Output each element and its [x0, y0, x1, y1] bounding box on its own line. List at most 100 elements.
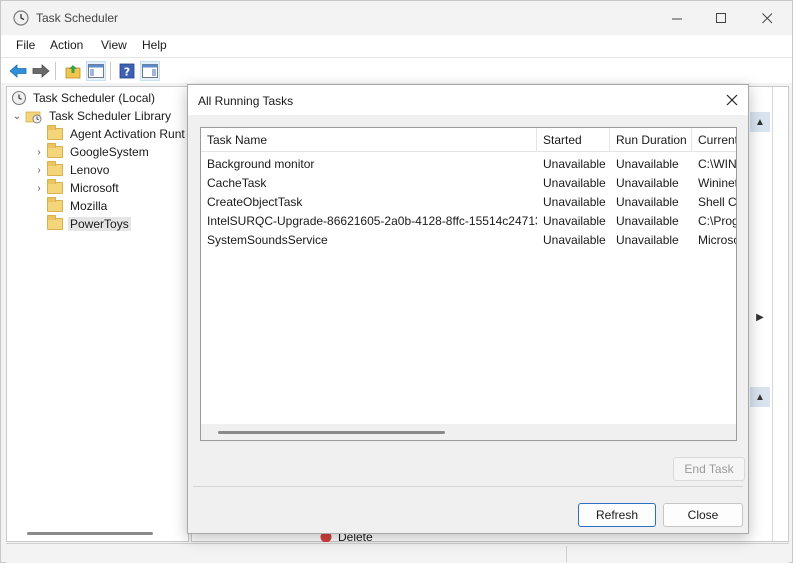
title-bar: Task Scheduler [1, 1, 792, 35]
chevron-right-icon[interactable]: › [33, 147, 45, 158]
close-button[interactable]: Close [663, 503, 743, 527]
cell-current: Shell Cr [698, 194, 737, 209]
column-header-current[interactable]: Current [692, 128, 736, 152]
close-window-button[interactable] [744, 1, 790, 35]
menu-action[interactable]: Action [47, 38, 86, 52]
help-button[interactable]: ? [117, 61, 137, 81]
dialog-title-bar: All Running Tasks [188, 85, 748, 115]
all-running-tasks-dialog: All Running Tasks Task Name Started Run … [187, 84, 749, 534]
folder-icon [47, 125, 63, 140]
toolbar: ? [1, 57, 792, 83]
close-icon [761, 12, 772, 23]
chevron-up-icon: ▲ [755, 116, 765, 128]
status-bar [6, 543, 789, 563]
action-pane-button[interactable] [140, 61, 160, 81]
column-header-started[interactable]: Started [537, 128, 610, 152]
console-tree-button[interactable] [86, 61, 106, 81]
folder-icon [47, 215, 63, 230]
cell-started: Unavailable [543, 213, 606, 228]
cell-run-duration: Unavailable [616, 194, 679, 209]
tree-root[interactable]: Task Scheduler (Local) [11, 89, 157, 107]
tree-folder[interactable]: Mozilla [33, 197, 109, 215]
table-row[interactable]: Background monitor Unavailable Unavailab… [201, 154, 737, 173]
chevron-right-icon[interactable]: › [33, 165, 45, 176]
tree-folder[interactable]: › GoogleSystem [33, 143, 151, 161]
cell-task-name: Background monitor [207, 156, 315, 171]
status-divider [566, 546, 567, 562]
forward-arrow-icon [32, 64, 50, 78]
tree-horizontal-scrollbar[interactable] [27, 532, 153, 535]
dialog-body: Task Name Started Run Duration Current B… [188, 115, 748, 533]
submenu-arrow[interactable]: ▶ [750, 307, 770, 327]
cell-run-duration: Unavailable [616, 175, 679, 190]
running-tasks-list[interactable]: Task Name Started Run Duration Current B… [200, 127, 737, 441]
library-folder-icon [25, 111, 42, 124]
chevron-right-icon[interactable]: › [33, 183, 45, 194]
console-tree: Task Scheduler (Local) ⌄ Task Scheduler … [6, 86, 189, 542]
show-hide-console-tree-icon [88, 64, 104, 78]
tree-root-label: Task Scheduler (Local) [33, 91, 156, 105]
cell-current: C:\WIN [698, 156, 737, 171]
collapse-section-button[interactable]: ▲ [750, 112, 770, 132]
tree-folder-label: PowerToys [68, 217, 131, 231]
cell-started: Unavailable [543, 194, 606, 209]
folder-icon [47, 161, 63, 176]
toolbar-separator [55, 62, 56, 80]
tree-folder[interactable]: Agent Activation Runt [33, 125, 187, 143]
minimize-icon [671, 18, 682, 19]
dialog-close-button[interactable] [720, 89, 744, 111]
maximize-button[interactable] [698, 1, 744, 35]
close-icon [726, 94, 738, 106]
back-button[interactable] [8, 61, 28, 81]
chevron-up-icon: ▲ [755, 391, 765, 403]
tree-folder-label: GoogleSystem [70, 145, 149, 159]
dialog-title: All Running Tasks [198, 94, 294, 108]
forward-button[interactable] [31, 61, 51, 81]
back-arrow-icon [9, 64, 27, 78]
column-header-task-name[interactable]: Task Name [201, 128, 537, 152]
table-row[interactable]: SystemSoundsService Unavailable Unavaila… [201, 230, 737, 249]
menu-file[interactable]: File [13, 38, 38, 52]
menu-view[interactable]: View [98, 38, 130, 52]
tree-library[interactable]: ⌄ Task Scheduler Library [11, 107, 173, 125]
collapse-section-button[interactable]: ▲ [750, 387, 770, 407]
cell-current: C:\Prog [698, 213, 737, 228]
cell-started: Unavailable [543, 156, 606, 171]
up-level-button[interactable] [63, 61, 83, 81]
cell-task-name: CacheTask [207, 175, 267, 190]
column-header-run-duration[interactable]: Run Duration [610, 128, 692, 152]
chevron-down-icon[interactable]: ⌄ [11, 111, 23, 122]
tree-folder-label: Microsoft [70, 181, 119, 195]
chevron-right-icon: ▶ [756, 311, 764, 323]
window-title: Task Scheduler [36, 11, 119, 25]
clock-icon [13, 10, 29, 26]
list-horizontal-scrollbar[interactable] [201, 424, 736, 440]
table-row[interactable]: CacheTask Unavailable Unavailable Winine… [201, 173, 736, 192]
tree-folder-label: Lenovo [70, 163, 110, 177]
maximize-icon [715, 12, 726, 23]
table-row[interactable]: IntelSURQC-Upgrade-86621605-2a0b-4128-8f… [201, 211, 737, 230]
minimize-button[interactable] [654, 1, 700, 35]
show-hide-action-pane-icon [142, 64, 158, 78]
cell-started: Unavailable [543, 232, 606, 247]
folder-icon [47, 179, 63, 194]
tree-folder-label: Mozilla [70, 199, 108, 213]
folder-icon [47, 143, 63, 158]
help-icon: ? [119, 63, 135, 79]
tree-library-label: Task Scheduler Library [49, 109, 172, 123]
cell-started: Unavailable [543, 175, 606, 190]
table-row[interactable]: CreateObjectTask Unavailable Unavailable… [201, 192, 737, 211]
tree-folder[interactable]: › Microsoft [33, 179, 121, 197]
menu-help[interactable]: Help [139, 38, 170, 52]
up-folder-icon [65, 65, 81, 79]
svg-text:?: ? [124, 66, 130, 79]
tree-folder[interactable]: › Lenovo [33, 161, 111, 179]
list-header: Task Name Started Run Duration Current [201, 128, 736, 152]
cell-current: Microso [698, 232, 737, 247]
scrollbar-thumb[interactable] [218, 431, 445, 434]
end-task-button[interactable]: End Task [673, 457, 745, 481]
folder-icon [47, 197, 63, 212]
tree-folder-label: Agent Activation Runt [70, 127, 185, 141]
tree-folder-selected[interactable]: PowerToys [33, 215, 131, 233]
refresh-button[interactable]: Refresh [578, 503, 656, 527]
